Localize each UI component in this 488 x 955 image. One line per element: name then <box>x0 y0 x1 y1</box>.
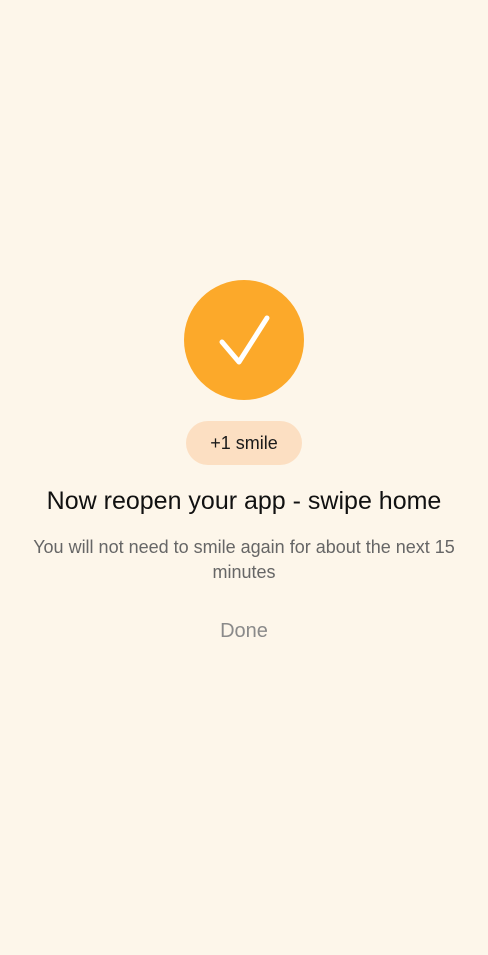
page-title: Now reopen your app - swipe home <box>46 487 442 515</box>
smile-count-badge: +1 smile <box>186 421 302 465</box>
done-button[interactable]: Done <box>194 612 294 650</box>
smile-count-label: +1 smile <box>210 432 278 453</box>
checkmark-icon <box>219 315 270 365</box>
success-check-badge <box>184 280 304 400</box>
success-screen: +1 smile Now reopen your app - swipe hom… <box>0 0 488 955</box>
page-subtitle: You will not need to smile again for abo… <box>33 537 455 582</box>
